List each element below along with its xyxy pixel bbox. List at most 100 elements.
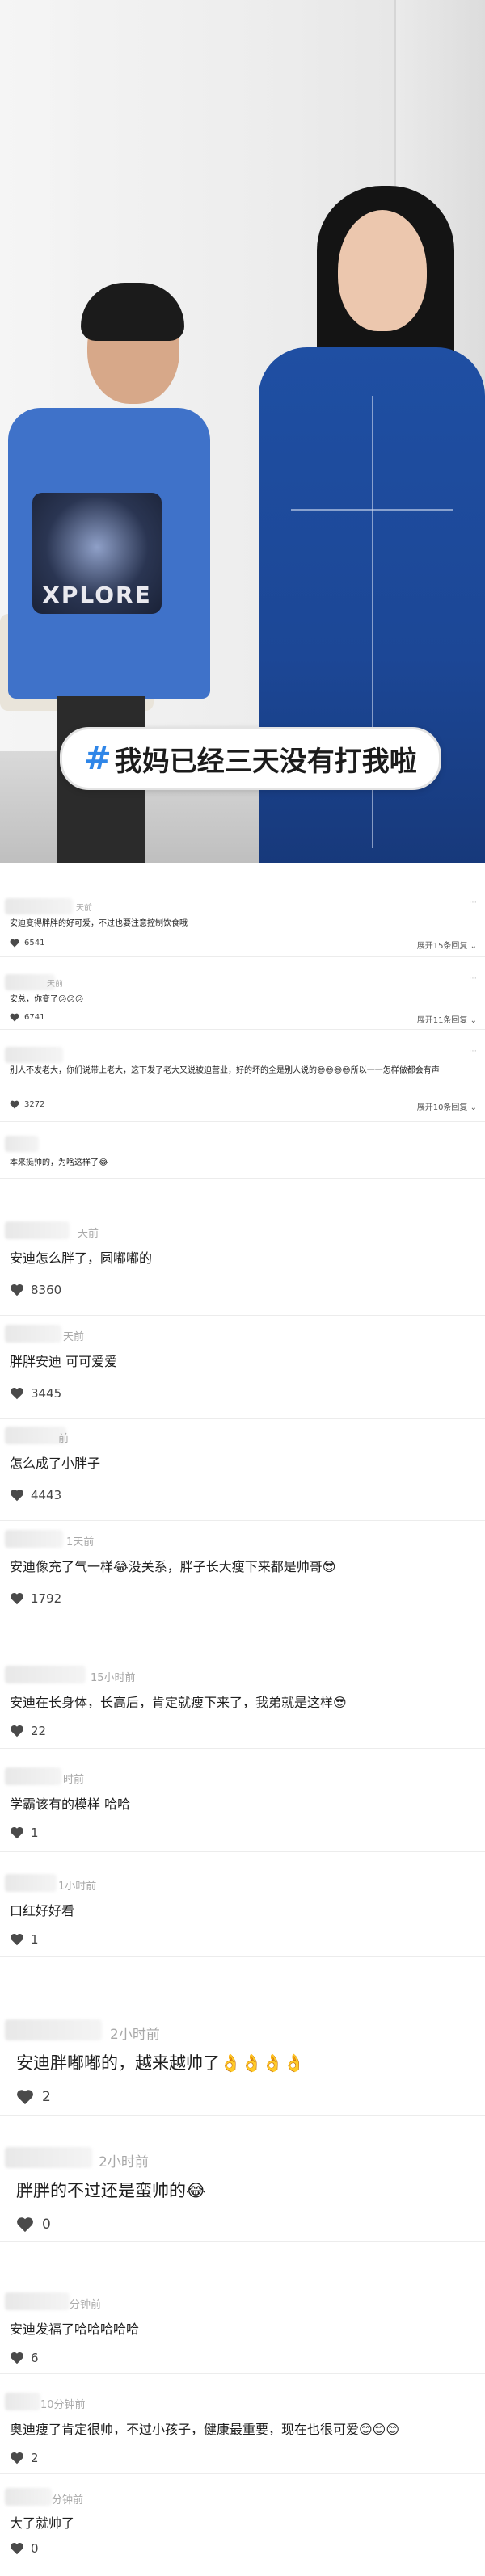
like-button[interactable]: 6 [10, 2351, 39, 2365]
comment-text: 胖胖的不过还是蛮帅的😂 [16, 2181, 206, 2200]
like-button[interactable]: 1 [10, 1932, 39, 1947]
like-button[interactable]: 22 [10, 1724, 46, 1738]
woman-face [338, 210, 427, 331]
comment-text: 安迪在长身体，长高后，肯定就瘦下来了，我弟就是这样😎 [10, 1695, 347, 1710]
comment-text: 口红好好看 [10, 1903, 75, 1918]
heart-icon [10, 2452, 24, 2465]
comment-time: 1天前 [66, 1536, 95, 1549]
comment-item: 天前 ⋯ 安迪变得胖胖的好可爱，不过也要注意控制饮食哦 6541 展开15条回复… [0, 893, 485, 957]
heart-icon [10, 1013, 19, 1022]
caption-text: 我妈已经三天没有打我啦 [114, 745, 417, 778]
dress-waist-seam [291, 509, 453, 511]
comment-text: 安迪怎么胖了，圆嘟嘟的 [10, 1250, 153, 1266]
like-count: 1792 [31, 1591, 62, 1606]
like-count: 6541 [24, 939, 45, 948]
like-button[interactable]: 1 [10, 1826, 39, 1840]
expand-replies-label: 展开11条回复 [416, 1016, 468, 1025]
like-count: 6 [31, 2351, 39, 2365]
like-button[interactable]: 6541 [10, 939, 44, 948]
like-count: 2 [31, 2451, 39, 2465]
comment-item: 本来挺帅的，为啥这样了😂 [0, 1134, 485, 1179]
comment-text: 胖胖安迪 可可爱爱 [10, 1354, 118, 1369]
comment-text: 学霸该有的模样 哈哈 [10, 1796, 131, 1812]
username-blurred[interactable] [5, 2393, 40, 2410]
like-count: 0 [42, 2217, 51, 2233]
like-button[interactable]: 2 [10, 2451, 39, 2465]
heart-icon [10, 1284, 24, 1296]
comment-text: 大了就帅了 [10, 2515, 75, 2531]
comment-text: 安迪像充了气一样😂没关系，胖子长大瘦下来都是帅哥😎 [10, 1559, 336, 1574]
heart-icon [10, 1826, 24, 1839]
like-count: 4443 [31, 1488, 62, 1502]
like-button[interactable]: 2 [16, 2089, 51, 2105]
comment-text: 安总，你变了😕😕😕 [10, 995, 84, 1004]
like-button[interactable]: 4443 [10, 1488, 61, 1502]
comment-item: 天前 胖胖安迪 可可爱爱 3445 [0, 1322, 485, 1419]
heart-icon [10, 1725, 24, 1738]
comment-text: 奥迪瘦了肯定很帅，不过小孩子，健康最重要，现在也很可爱😊😊😊 [10, 2422, 400, 2437]
username-blurred[interactable] [5, 1530, 63, 1548]
username-blurred[interactable] [5, 1136, 39, 1152]
like-count: 22 [31, 1724, 47, 1738]
like-button[interactable]: 3272 [10, 1100, 44, 1109]
heart-icon [10, 2351, 24, 2364]
comment-item: 2小时前 胖胖的不过还是蛮帅的😂 0 [0, 2144, 485, 2242]
video-frame[interactable]: XPLORE # 我妈已经三天没有打我啦 [0, 0, 485, 863]
like-button[interactable]: 0 [10, 2541, 39, 2556]
expand-replies[interactable]: 展开11条回复 ⌄ [417, 1013, 477, 1025]
username-blurred[interactable] [5, 898, 73, 914]
username-blurred[interactable] [5, 2488, 52, 2506]
expand-replies-label: 展开10条回复 [416, 1103, 468, 1112]
heart-icon [10, 1592, 24, 1605]
more-icon[interactable]: ⋯ [469, 974, 477, 983]
like-count: 1 [31, 1932, 39, 1947]
like-button[interactable]: 6741 [10, 1013, 44, 1022]
comment-item: 时前 学霸该有的模样 哈哈 1 [0, 1764, 485, 1852]
comment-item: 前 怎么成了小胖子 4443 [0, 1423, 485, 1521]
username-blurred[interactable] [5, 1874, 57, 1892]
comment-time: 1小时前 [58, 1881, 97, 1893]
like-count: 6741 [24, 1013, 45, 1022]
like-count: 0 [31, 2541, 39, 2556]
expand-replies[interactable]: 展开15条回复 ⌄ [417, 939, 477, 951]
comment-time: 天前 [63, 1331, 85, 1343]
comment-time: 10分钟前 [40, 2399, 86, 2411]
comment-text: 安迪发福了哈哈哈哈哈 [10, 2322, 140, 2337]
comment-text: 安迪变得胖胖的好可爱，不过也要注意控制饮食哦 [10, 919, 188, 928]
comment-text: 安迪胖嘟嘟的，越来越帅了👌👌👌👌 [16, 2053, 305, 2073]
comment-time: 2小时前 [99, 2154, 149, 2170]
expand-replies[interactable]: 展开10条回复 ⌄ [417, 1100, 477, 1112]
page: XPLORE # 我妈已经三天没有打我啦 天前 ⋯ 安迪变得胖胖的好可爱，不过也… [0, 0, 485, 2576]
like-button[interactable]: 1792 [10, 1591, 61, 1606]
more-icon[interactable]: ⋯ [469, 898, 477, 907]
comment-time: 2小时前 [110, 2027, 160, 2043]
like-button[interactable]: 8360 [10, 1283, 61, 1297]
heart-icon [10, 939, 19, 948]
username-blurred[interactable] [5, 2019, 102, 2040]
comment-item: 2小时前 安迪胖嘟嘟的，越来越帅了👌👌👌👌 2 [0, 2016, 485, 2116]
username-blurred[interactable] [5, 1325, 61, 1343]
username-blurred[interactable] [5, 1221, 70, 1239]
heart-icon [16, 2217, 34, 2233]
more-icon[interactable]: ⋯ [469, 1047, 477, 1056]
username-blurred[interactable] [5, 1767, 61, 1785]
comment-item: 15小时前 安迪在长身体，长高后，肯定就瘦下来了，我弟就是这样😎 22 [0, 1662, 485, 1749]
comment-item: 分钟前 安迪发福了哈哈哈哈哈 6 [0, 2289, 485, 2374]
username-blurred[interactable] [5, 1427, 66, 1444]
comment-item: 1天前 安迪像充了气一样😂没关系，胖子长大瘦下来都是帅哥😎 1792 [0, 1527, 485, 1624]
like-button[interactable]: 0 [16, 2217, 51, 2233]
heart-icon [10, 2542, 24, 2555]
heart-icon [10, 1387, 24, 1400]
username-blurred[interactable] [5, 2292, 70, 2310]
heart-icon [10, 1933, 24, 1946]
username-blurred[interactable] [5, 1666, 86, 1683]
comment-text: 本来挺帅的，为啥这样了😂 [10, 1158, 108, 1167]
username-blurred[interactable] [5, 2147, 92, 2168]
comment-item: 1小时前 口红好好看 1 [0, 1871, 485, 1957]
comment-time: 分钟前 [52, 2494, 84, 2507]
comment-text: 怎么成了小胖子 [10, 1456, 101, 1471]
comment-time: 15小时前 [91, 1672, 136, 1684]
like-button[interactable]: 3445 [10, 1386, 61, 1401]
username-blurred[interactable] [5, 1047, 63, 1063]
heart-icon [10, 1489, 24, 1502]
